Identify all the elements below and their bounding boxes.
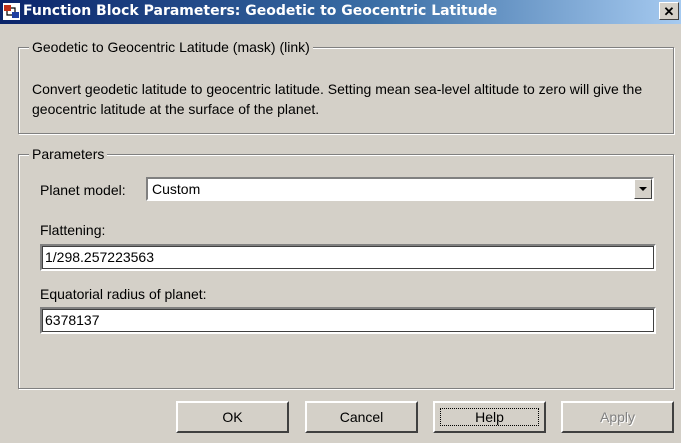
mask-description-group: Geodetic to Geocentric Latitude (mask) (…	[18, 39, 674, 134]
cancel-button[interactable]: Cancel	[305, 401, 418, 433]
ok-button[interactable]: OK	[176, 401, 289, 433]
planet-model-select[interactable]: Custom	[146, 177, 654, 201]
flattening-field[interactable]: 1/298.257223563	[40, 244, 656, 271]
planet-model-label: Planet model:	[40, 182, 126, 198]
close-icon: ✕	[663, 4, 675, 19]
mask-description: Convert geodetic latitude to geocentric …	[32, 81, 643, 117]
chevron-down-icon[interactable]	[634, 179, 652, 199]
mask-group-legend: Geodetic to Geocentric Latitude (mask) (…	[29, 39, 313, 55]
close-button[interactable]: ✕	[659, 2, 679, 20]
apply-button[interactable]: Apply	[561, 401, 674, 433]
radius-label: Equatorial radius of planet:	[40, 286, 207, 302]
equatorial-radius-field[interactable]: 6378137	[40, 307, 656, 334]
help-button[interactable]: Help	[433, 401, 546, 433]
window-title: Function Block Parameters: Geodetic to G…	[23, 3, 498, 19]
title-bar: Function Block Parameters: Geodetic to G…	[0, 0, 681, 24]
simulink-block-icon	[3, 3, 20, 20]
flattening-label: Flattening:	[40, 222, 106, 238]
parameters-group: Parameters Planet model: Custom Flatteni…	[18, 146, 674, 389]
focus-ring	[440, 408, 539, 426]
planet-model-value: Custom	[152, 181, 201, 197]
parameters-group-legend: Parameters	[29, 146, 108, 162]
